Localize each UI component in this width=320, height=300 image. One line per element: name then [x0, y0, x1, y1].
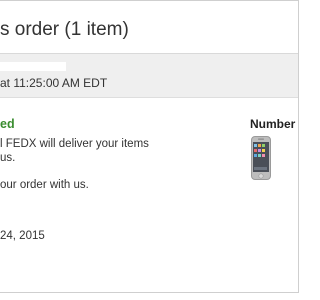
order-placed-time: at 11:25:00 AM EDT: [0, 76, 108, 90]
number-of-items-label: Number of: [250, 117, 298, 131]
delivery-message-line-2: us.: [0, 152, 16, 164]
redacted-text-block: [0, 62, 66, 71]
order-info-band: at 11:25:00 AM EDT: [0, 54, 298, 98]
smartphone-icon: [251, 136, 271, 180]
delivery-message-line-1: l FEDX will deliver your items: [0, 138, 149, 150]
order-title: s order (1 item): [0, 19, 129, 40]
shipment-status: ed: [0, 117, 15, 131]
thank-you-message: our order with us.: [0, 179, 89, 191]
order-date: 24, 2015: [0, 230, 45, 242]
order-card: s order (1 item) at 11:25:00 AM EDT ed l…: [0, 0, 299, 293]
